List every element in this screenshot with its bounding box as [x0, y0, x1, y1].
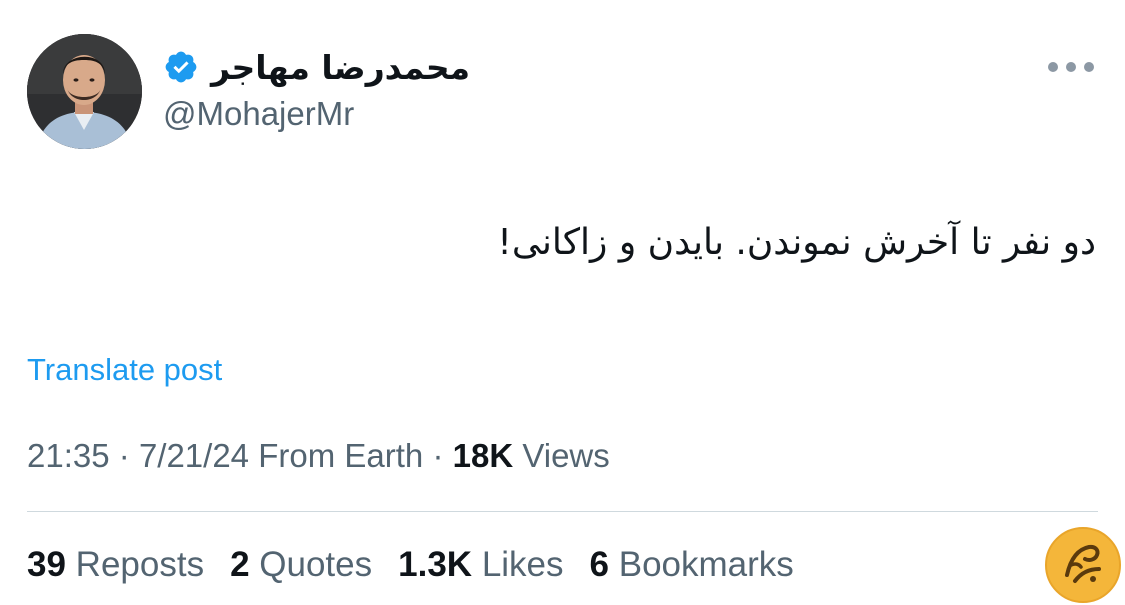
watermark-logo [1045, 527, 1121, 603]
likes-count: 1.3K [398, 545, 473, 584]
tweet-text: دو نفر تا آخرش نموندن. بایدن و زاکانی! [497, 222, 1096, 263]
tweet-meta: 21:35 · 7/21/24 From Earth · 18K Views [27, 437, 610, 475]
meta-separator: · [118, 437, 130, 474]
bookmarks-count: 6 [589, 545, 609, 584]
tweet-location: From Earth [258, 437, 424, 474]
views-count: 18K [452, 437, 514, 474]
quotes-label: Quotes [259, 545, 373, 584]
meta-separator: · [432, 437, 444, 474]
bookmarks-label: Bookmarks [618, 545, 794, 584]
translate-post-link[interactable]: Translate post [27, 352, 222, 388]
author-name-row[interactable]: محمدرضا مهاجر [163, 42, 470, 92]
reposts-label: Reposts [75, 545, 205, 584]
avatar[interactable] [27, 34, 142, 149]
divider [27, 511, 1098, 512]
verified-badge-icon [165, 51, 197, 83]
likes-stat[interactable]: 1.3K Likes [398, 545, 563, 585]
tweet-date[interactable]: 7/21/24 [139, 437, 249, 474]
reposts-stat[interactable]: 39 Reposts [27, 545, 204, 585]
quotes-count: 2 [230, 545, 250, 584]
tweet-time[interactable]: 21:35 [27, 437, 110, 474]
bookmarks-stat[interactable]: 6 Bookmarks [590, 545, 794, 585]
more-options-icon[interactable] [1048, 58, 1094, 76]
views-label: Views [522, 437, 610, 474]
author-handle[interactable]: @MohajerMr [163, 95, 354, 132]
engagement-stats: 39 Reposts 2 Quotes 1.3K Likes 6 Bookmar… [27, 545, 794, 585]
quotes-stat[interactable]: 2 Quotes [230, 545, 372, 585]
likes-label: Likes [481, 545, 564, 584]
author-display-name[interactable]: محمدرضا مهاجر [211, 51, 470, 84]
reposts-count: 39 [27, 545, 66, 584]
